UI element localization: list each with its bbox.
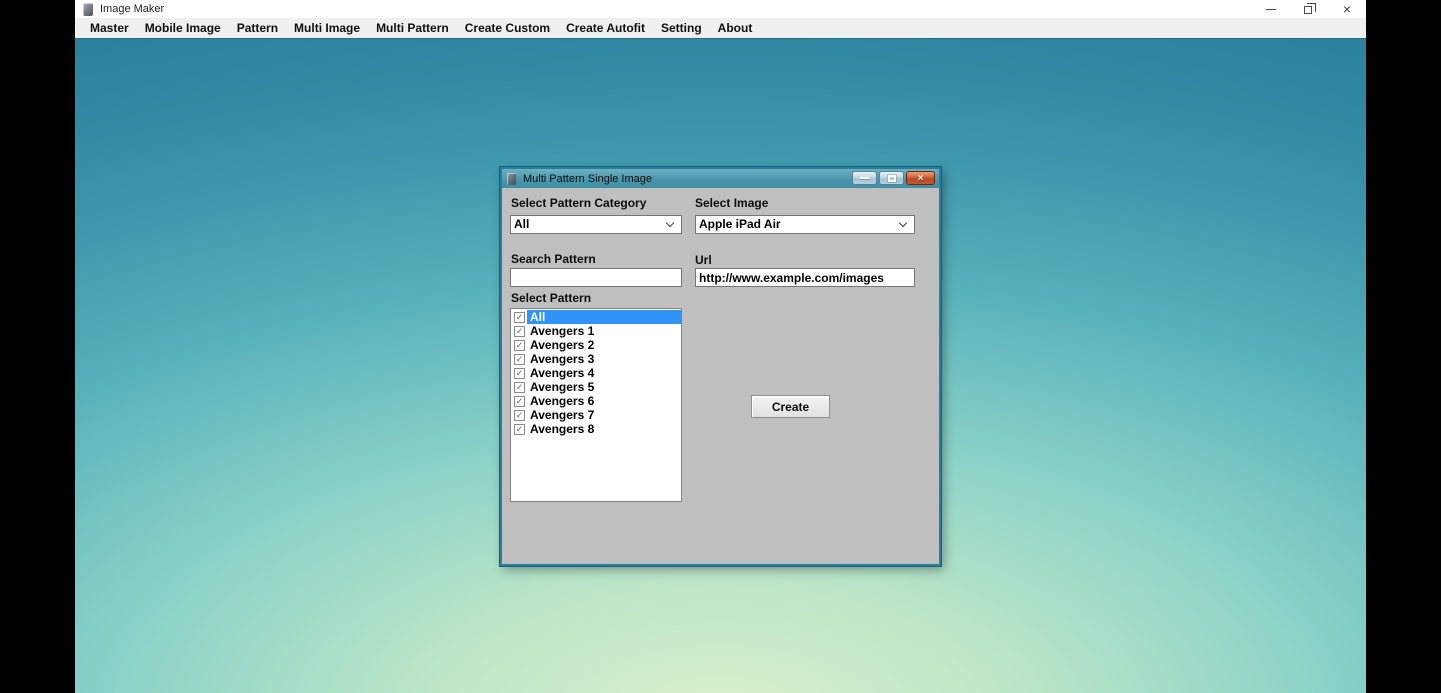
pattern-list-item-label: All [527, 310, 681, 324]
select-pattern-label: Select Pattern [511, 291, 591, 305]
image-label: Select Image [695, 196, 768, 210]
pattern-list-item[interactable]: ✓ Avengers 2 [511, 338, 681, 352]
pattern-list-item-label: Avengers 6 [527, 394, 681, 408]
pattern-list-item[interactable]: ✓ Avengers 5 [511, 380, 681, 394]
menu-item-multi-pattern[interactable]: Multi Pattern [368, 21, 457, 35]
checkbox-checked-icon[interactable]: ✓ [514, 382, 525, 393]
pattern-list-item[interactable]: ✓ Avengers 6 [511, 394, 681, 408]
pattern-category-value: All [511, 216, 667, 233]
pattern-list-item[interactable]: ✓ Avengers 7 [511, 408, 681, 422]
app-title: Image Maker [100, 3, 164, 15]
dialog-body: Select Pattern Category All Select Image… [502, 188, 939, 564]
menu-item-about[interactable]: About [710, 21, 761, 35]
pattern-list-item-label: Avengers 4 [527, 366, 681, 380]
menu-item-setting[interactable]: Setting [653, 21, 710, 35]
url-input[interactable] [695, 268, 915, 287]
close-icon[interactable]: × [1340, 2, 1354, 16]
dialog-window-controls: × [852, 171, 935, 185]
pattern-list-item-label: Avengers 5 [527, 380, 681, 394]
menubar: Master Mobile Image Pattern Multi Image … [75, 18, 1366, 38]
search-pattern-label: Search Pattern [511, 252, 596, 266]
dialog-maximize-button[interactable] [879, 171, 904, 185]
dialog-minimize-button[interactable] [852, 171, 877, 185]
checkbox-checked-icon[interactable]: ✓ [514, 410, 525, 421]
pattern-list-item[interactable]: ✓ Avengers 8 [511, 422, 681, 436]
pattern-list-item-label: Avengers 7 [527, 408, 681, 422]
pattern-list-item-label: Avengers 3 [527, 352, 681, 366]
pattern-list-item-label: Avengers 8 [527, 422, 681, 436]
pattern-list-item-label: Avengers 2 [527, 338, 681, 352]
dialog-title: Multi Pattern Single Image [523, 173, 652, 185]
menu-item-create-custom[interactable]: Create Custom [457, 21, 558, 35]
desktop-wallpaper: Multi Pattern Single Image × Select Patt… [75, 38, 1366, 693]
dialog-close-button[interactable]: × [906, 171, 935, 185]
checkbox-checked-icon[interactable]: ✓ [514, 340, 525, 351]
pattern-list-item-label: Avengers 1 [527, 324, 681, 338]
app-titlebar[interactable]: Image Maker × [75, 0, 1366, 18]
image-select-value: Apple iPad Air [696, 216, 900, 233]
url-label: Url [695, 253, 712, 267]
pattern-list-item[interactable]: ✓ Avengers 4 [511, 366, 681, 380]
pattern-list-item[interactable]: ✓ Avengers 1 [511, 324, 681, 338]
chevron-down-icon [666, 219, 674, 227]
dialog-titlebar[interactable]: Multi Pattern Single Image × [502, 169, 939, 188]
pattern-list: ✓ All ✓ Avengers 1 ✓ Avengers 2 ✓ [510, 308, 682, 502]
restore-icon[interactable] [1302, 2, 1316, 16]
checkbox-checked-icon[interactable]: ✓ [514, 312, 525, 323]
menu-item-mobile-image[interactable]: Mobile Image [137, 21, 229, 35]
menu-item-master[interactable]: Master [82, 21, 137, 35]
search-pattern-input[interactable] [510, 268, 682, 287]
pattern-category-label: Select Pattern Category [511, 196, 646, 210]
checkbox-checked-icon[interactable]: ✓ [514, 424, 525, 435]
app-window-controls: × [1264, 0, 1354, 18]
checkbox-checked-icon[interactable]: ✓ [514, 354, 525, 365]
screen: Image Maker × Master Mobile Image Patter… [0, 0, 1441, 693]
dialog-icon [507, 173, 516, 185]
pattern-list-item[interactable]: ✓ All [511, 310, 681, 324]
pattern-list-item[interactable]: ✓ Avengers 3 [511, 352, 681, 366]
minimize-icon[interactable] [1264, 2, 1278, 16]
create-button[interactable]: Create [751, 395, 830, 418]
image-select[interactable]: Apple iPad Air [695, 215, 915, 234]
menu-item-create-autofit[interactable]: Create Autofit [558, 21, 653, 35]
menu-item-pattern[interactable]: Pattern [229, 21, 286, 35]
checkbox-checked-icon[interactable]: ✓ [514, 326, 525, 337]
menu-item-multi-image[interactable]: Multi Image [286, 21, 368, 35]
chevron-down-icon [899, 219, 907, 227]
dialog-multi-pattern-single-image: Multi Pattern Single Image × Select Patt… [500, 167, 941, 566]
checkbox-checked-icon[interactable]: ✓ [514, 368, 525, 379]
checkbox-checked-icon[interactable]: ✓ [514, 396, 525, 407]
app-window: Image Maker × Master Mobile Image Patter… [75, 0, 1366, 693]
pattern-category-select[interactable]: All [510, 215, 682, 234]
app-icon [83, 3, 93, 16]
